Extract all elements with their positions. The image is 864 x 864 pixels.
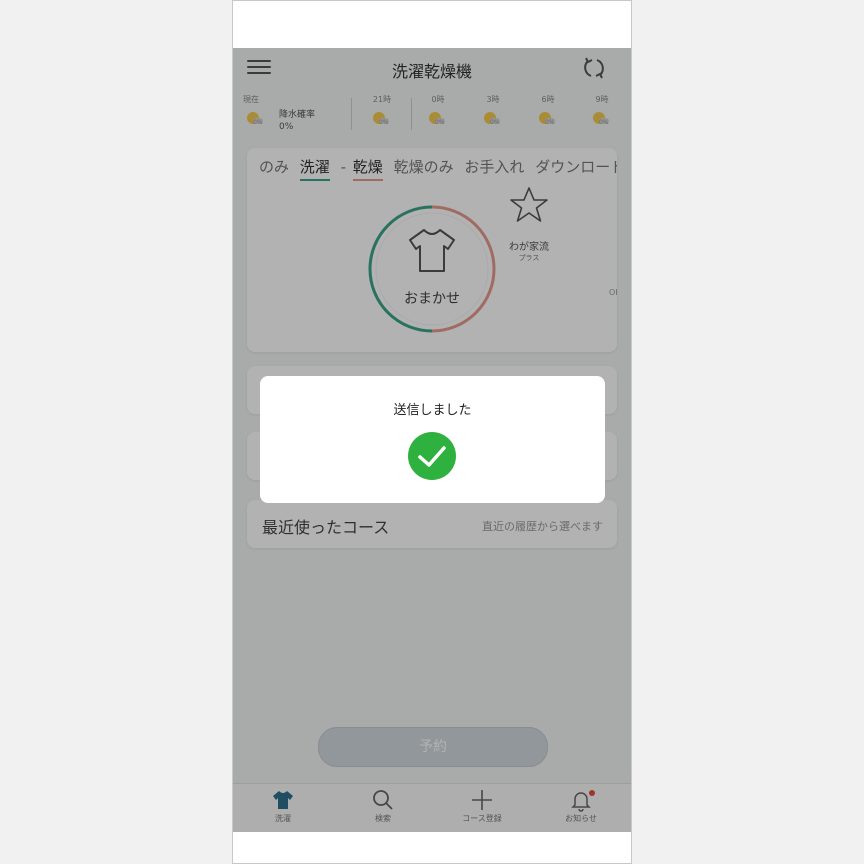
sent-success-dialog: 送信しました (260, 376, 605, 503)
phone-frame: 洗濯乾燥機 現在 0% 降水確率 0% 21時 0% 0時 0% 3時 0% 6… (232, 0, 632, 864)
status-bar-area (233, 1, 631, 48)
home-indicator-area (233, 832, 631, 863)
check-icon (408, 432, 456, 480)
dialog-message: 送信しました (393, 403, 472, 418)
